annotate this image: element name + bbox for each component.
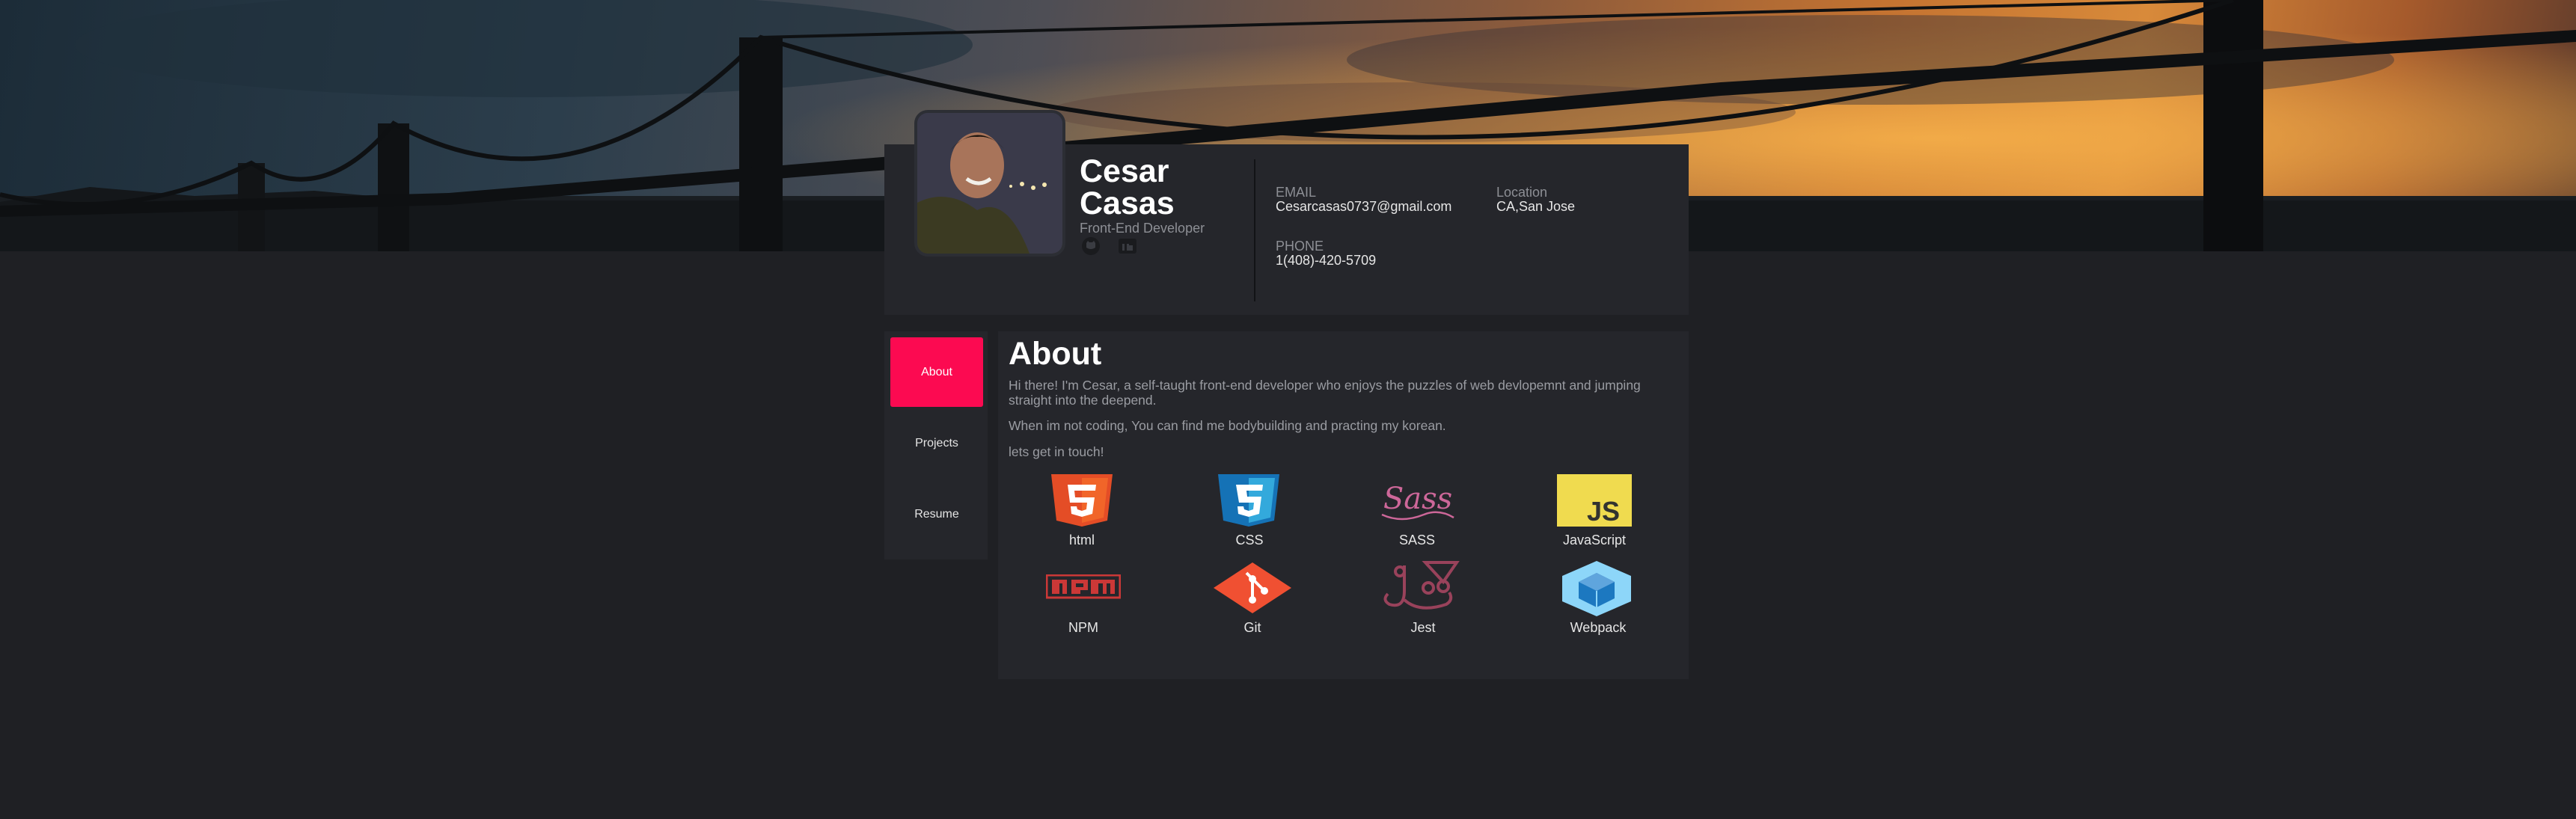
nav-item-label: Resume [914,507,959,521]
nav-item-label: Projects [915,436,958,450]
svg-text:Sass: Sass [1383,482,1452,516]
git-icon [1214,562,1291,613]
nav-item-projects[interactable]: Projects [890,408,983,478]
email-label: EMAIL [1276,185,1317,200]
profile-role: Front-End Developer [1080,221,1205,236]
skill-label-git: Git [1243,620,1261,635]
skill-label-sass: SASS [1398,533,1436,547]
html5-icon [1051,474,1113,527]
nav-item-resume[interactable]: Resume [890,479,983,549]
skill-label-webpack: Webpack [1570,620,1627,635]
linkedin-link[interactable] [1116,236,1139,256]
last-name: Casas [1080,185,1175,221]
email-value[interactable]: Cesarcasas0737@gmail.com [1276,199,1451,215]
jest-icon [1383,561,1460,610]
svg-text:JS: JS [1587,496,1620,527]
linkedin-icon [1119,239,1136,254]
skill-label-jest: Jest [1410,620,1436,635]
webpack-icon [1562,561,1631,616]
avatar [914,110,1065,257]
nav-item-about[interactable]: About [890,337,983,407]
about-paragraph-intro: Hi there! I'm Cesar, a self-taught front… [1009,378,1641,408]
header-divider [1254,159,1255,301]
location-value: CA,San Jose [1496,199,1576,214]
sass-icon: Sass [1381,482,1454,521]
about-paragraph-hobbies: When im not coding, You can find me body… [1009,418,1446,433]
skill-label-javascript: JavaScript [1562,533,1627,547]
first-name: Cesar [1080,153,1169,189]
location-label: Location [1496,185,1548,200]
skill-label-css: CSS [1235,533,1264,547]
profile-photo [917,113,1062,254]
profile-name: Cesar Casas [1080,156,1229,220]
about-paragraph-contact: lets get in touch! [1009,444,1104,459]
skill-label-npm: NPM [1068,620,1098,635]
npm-icon [1046,574,1121,599]
github-icon [1082,237,1100,255]
skill-label-html: html [1068,533,1095,547]
github-link[interactable] [1080,236,1102,256]
phone-label: PHONE [1276,239,1324,254]
nav-item-label: About [921,365,952,378]
css3-icon [1218,474,1279,527]
about-title: About [1009,336,1102,372]
phone-value[interactable]: 1(408)-420-5709 [1276,253,1376,269]
javascript-icon: JS [1557,474,1632,527]
